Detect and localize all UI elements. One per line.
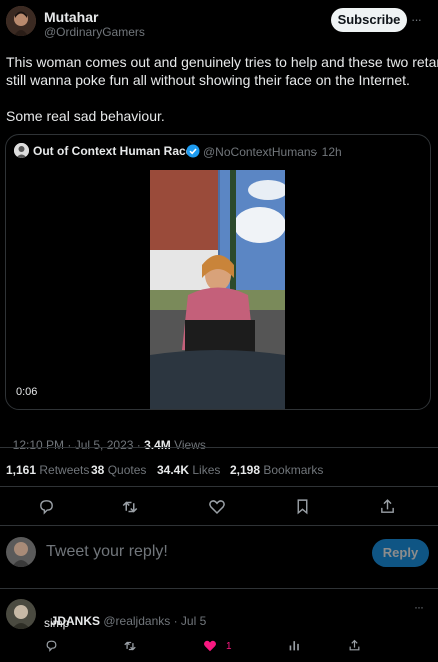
bookmark-icon[interactable] <box>294 498 311 515</box>
user-avatar[interactable] <box>6 537 36 567</box>
retweet-icon[interactable] <box>121 498 139 516</box>
video-player[interactable] <box>150 170 285 409</box>
quote-author-name[interactable]: Out of Context Human Race <box>33 144 192 158</box>
subscribe-button[interactable]: Subscribe <box>331 8 407 32</box>
more-options-icon[interactable]: ··· <box>411 12 422 27</box>
likes-label: Likes <box>189 463 221 477</box>
video-duration: 0:06 <box>16 386 38 398</box>
tweet-text-line-1: This woman comes out and genuinely tries… <box>6 54 438 70</box>
bookmarks-label: Bookmarks <box>260 463 324 477</box>
reply-author-handle[interactable]: @realjdanks <box>103 614 170 628</box>
quotes-label: Quotes <box>104 463 147 477</box>
quote-author-handle[interactable]: @NoContextHumans <box>203 145 317 159</box>
likes-count: 34.4K <box>157 463 190 477</box>
reply-time: · Jul 5 <box>170 614 207 628</box>
retweets-label: Retweets <box>36 463 90 477</box>
reply-views-icon[interactable] <box>288 639 301 652</box>
bookmarks-stat[interactable]: 2,198 Bookmarks <box>230 463 323 477</box>
reply-button[interactable]: Reply <box>372 539 429 567</box>
reply-author-avatar[interactable] <box>6 599 36 629</box>
verified-badge-icon <box>186 144 200 158</box>
quote-author-avatar <box>14 143 29 158</box>
reply-reply-icon[interactable] <box>45 639 58 652</box>
tweet-text-line-2: still wanna poke fun all without showing… <box>6 72 410 88</box>
share-icon[interactable] <box>379 498 396 515</box>
author-handle[interactable]: @OrdinaryGamers <box>44 25 145 39</box>
bookmarks-count: 2,198 <box>230 463 261 477</box>
views-count: 3.4M <box>144 438 171 452</box>
divider <box>0 525 438 526</box>
retweets-stat[interactable]: 1,161 Retweets <box>6 463 89 477</box>
reply-more-icon[interactable]: ··· <box>414 600 424 614</box>
reply-like-icon[interactable] <box>203 639 217 653</box>
reply-share-icon[interactable] <box>348 639 361 652</box>
timestamp-text[interactable]: 12:10 PM · Jul 5, 2023 · <box>13 438 144 452</box>
quote-time: · 12h <box>311 145 342 159</box>
views-label: Views <box>170 438 206 452</box>
author-avatar[interactable] <box>6 6 36 36</box>
quotes-stat[interactable]: 38 Quotes <box>91 463 146 477</box>
reply-input[interactable]: Tweet your reply! <box>46 543 168 561</box>
likes-stat[interactable]: 34.4K Likes <box>157 463 220 477</box>
reply-retweet-icon[interactable] <box>123 639 137 653</box>
divider <box>0 447 438 448</box>
reply-icon[interactable] <box>38 498 55 515</box>
divider <box>0 486 438 487</box>
reply-text: simp <box>44 616 70 630</box>
reply-likes-count: 1 <box>226 641 232 652</box>
author-name[interactable]: Mutahar <box>44 9 98 25</box>
tweet-text-line-3: Some real sad behaviour. <box>6 108 165 124</box>
like-icon[interactable] <box>208 498 226 516</box>
retweets-count: 1,161 <box>6 463 37 477</box>
divider <box>0 588 438 589</box>
quotes-count: 38 <box>91 463 105 477</box>
